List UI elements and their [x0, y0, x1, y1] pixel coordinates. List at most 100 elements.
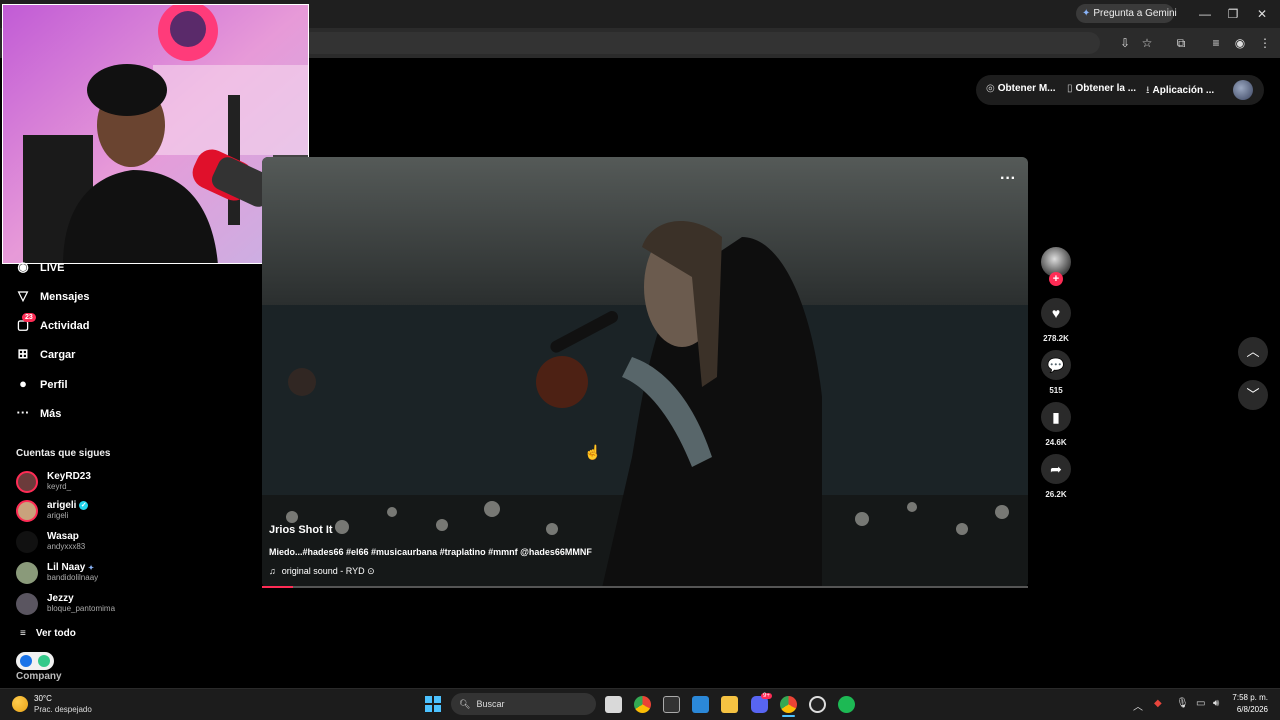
phone-icon: ▯: [1067, 83, 1073, 94]
bookmark-star-icon[interactable]: ☆: [1139, 35, 1155, 51]
taskbar-search[interactable]: 🔍︎ Buscar: [451, 693, 596, 715]
media-icon[interactable]: ≡: [1208, 35, 1224, 51]
account-name-text: arigeli: [47, 500, 77, 511]
volume-icon[interactable]: 🔊︎: [1213, 698, 1219, 709]
follow-plus-icon[interactable]: +: [1049, 272, 1063, 286]
folder-icon[interactable]: [721, 696, 738, 713]
save-button[interactable]: ▮: [1041, 402, 1071, 432]
epic-games-icon[interactable]: [663, 696, 680, 713]
chrome-active-icon[interactable]: [780, 696, 797, 713]
video-more-icon[interactable]: ···: [1000, 170, 1016, 188]
sidebar-item-upload[interactable]: ⊞ Cargar: [14, 346, 76, 368]
video-progress-bar[interactable]: [262, 586, 1028, 588]
chevron-up-icon: ︿: [1246, 344, 1260, 359]
see-all-label: Ver todo: [35, 628, 76, 639]
avatar: [16, 562, 38, 584]
like-button[interactable]: ♥: [1041, 298, 1071, 328]
weather-icon[interactable]: [12, 696, 28, 712]
clock-date[interactable]: 6/8/2026: [1226, 705, 1268, 714]
like-count: 278.2K: [1043, 334, 1069, 343]
close-icon[interactable]: ✕: [1251, 6, 1273, 22]
sidebar-item-label: LIVE: [40, 262, 65, 274]
avatar: [16, 531, 38, 553]
gemini-label: Pregunta a Gemini: [1093, 8, 1177, 19]
account-name: Wasap: [47, 531, 79, 542]
video-player[interactable]: [262, 157, 1028, 588]
microphone-icon[interactable]: 🎙︎: [1176, 698, 1189, 709]
menu-icon[interactable]: ⋮: [1257, 35, 1273, 51]
comment-count: 515: [1049, 386, 1063, 395]
extensions-icon[interactable]: ⧉: [1173, 35, 1189, 51]
windows-logo-icon: [425, 696, 432, 703]
avatar: [16, 500, 38, 522]
heart-icon: ♥: [1051, 305, 1061, 321]
gemini-button[interactable]: ✦ Pregunta a Gemini: [1076, 4, 1177, 23]
save-count: 24.6K: [1045, 438, 1067, 447]
restore-icon[interactable]: ❐: [1222, 6, 1244, 22]
get-coins-button[interactable]: ◎ Obtener M...: [986, 83, 1056, 94]
download-icon: ⭳: [1146, 85, 1150, 96]
video-sound[interactable]: ♫ original sound - RYD ⊙: [269, 566, 375, 577]
sound-label: original sound - RYD: [281, 566, 365, 576]
video-frame: [262, 157, 1028, 588]
sidebar-item-label: Cargar: [40, 349, 76, 361]
account-handle: arigeli: [47, 511, 69, 520]
music-note-icon: ♫: [269, 566, 276, 576]
spotify-icon[interactable]: [838, 696, 855, 713]
windows-logo-pane: [434, 705, 441, 712]
activity-badge: 23: [22, 313, 36, 322]
active-app-indicator: [782, 715, 795, 717]
tray-chevron-up-icon[interactable]: ︿: [1133, 698, 1143, 713]
sidebar-item-label: Más: [40, 408, 62, 420]
sidebar-item-messages[interactable]: ▽ Mensajes: [14, 288, 90, 310]
sidebar-item-live[interactable]: ◉ LIVE: [14, 259, 64, 281]
install-icon[interactable]: ⇩: [1117, 35, 1133, 51]
tray-app-icon[interactable]: ◆: [1154, 698, 1162, 709]
weather-description: Prac. despejado: [34, 705, 92, 714]
clock-time[interactable]: 7:58 p. m.: [1232, 693, 1268, 702]
account-name: Jezzy: [47, 593, 74, 604]
profile-icon[interactable]: ◉: [1232, 35, 1248, 51]
user-avatar[interactable]: [1233, 80, 1253, 100]
photos-icon[interactable]: [692, 696, 709, 713]
company-badge-icons: [16, 652, 54, 670]
desktop-app-button[interactable]: ⭳ Aplicación ...: [1146, 83, 1214, 100]
chrome-icon[interactable]: [634, 696, 651, 713]
live-icon: ◉: [17, 259, 29, 274]
share-button[interactable]: ➦: [1041, 454, 1071, 484]
video-description: Miedo...#hades66 #el66 #musicaurbana #tr…: [269, 547, 592, 557]
video-progress-fill: [262, 586, 293, 588]
video-author[interactable]: Jrios Shot It: [269, 524, 333, 536]
obs-icon[interactable]: [809, 696, 826, 713]
previous-video-button[interactable]: ︿: [1238, 337, 1268, 367]
file-explorer-icon[interactable]: [605, 696, 622, 713]
sidebar-item-more[interactable]: ··· Más: [14, 405, 62, 427]
account-handle: bandidolilnaay: [47, 573, 99, 582]
desktop-app-label: Aplicación ...: [1152, 85, 1215, 96]
chevron-down-icon: ﹀: [1246, 387, 1260, 402]
address-bar[interactable]: [300, 32, 1100, 54]
sidebar-item-profile[interactable]: ● Perfil: [14, 376, 67, 398]
discord-badge: 9+: [761, 693, 772, 699]
start-button[interactable]: [425, 696, 441, 712]
next-video-button[interactable]: ﹀: [1238, 380, 1268, 410]
comment-icon: 💬: [1047, 357, 1065, 373]
star-icon: ✦: [88, 565, 95, 572]
account-name-text: Lil Naay: [47, 562, 86, 573]
profile-icon: ●: [19, 376, 27, 391]
sound-disc-icon: ⊙: [367, 566, 375, 576]
comment-button[interactable]: 💬: [1041, 350, 1071, 380]
account-name: Lil Naay ✦: [47, 562, 94, 573]
sidebar-item-label: Actividad: [40, 320, 90, 332]
avatar: [16, 471, 38, 493]
weather-temperature: 30°C: [34, 694, 52, 703]
minimize-icon[interactable]: —: [1194, 6, 1216, 22]
search-icon: 🔍︎: [459, 699, 471, 709]
get-app-button[interactable]: ▯ Obtener la ...: [1067, 83, 1136, 94]
network-icon[interactable]: ▭: [1196, 698, 1205, 709]
app-badge-icon: [20, 655, 32, 667]
get-coins-label: Obtener M...: [997, 83, 1056, 94]
see-all-button[interactable]: ≡ Ver todo: [20, 628, 76, 639]
verified-icon: ✓: [79, 500, 89, 510]
company-link[interactable]: Company: [16, 671, 62, 682]
